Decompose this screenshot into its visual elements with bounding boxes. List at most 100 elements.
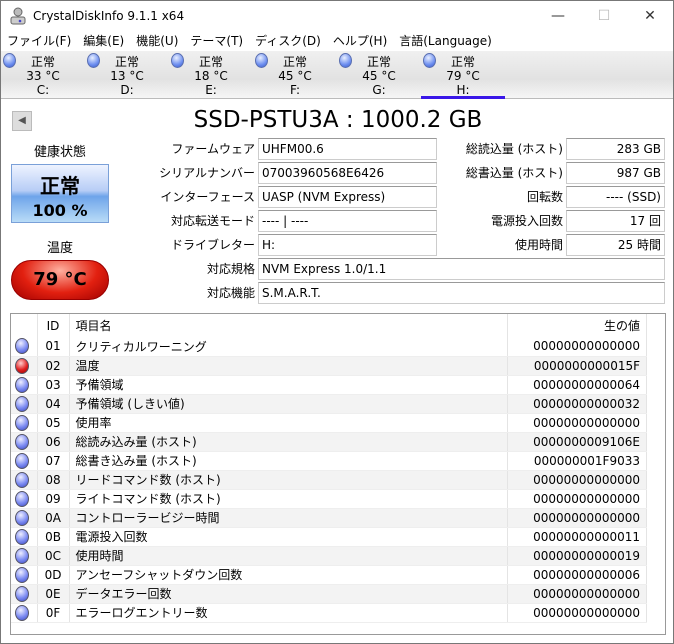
status-orb-icon — [87, 53, 100, 68]
firmware-label: ファームウェア — [171, 142, 255, 156]
status-orb-icon — [15, 547, 29, 564]
status-orb-icon — [15, 395, 29, 412]
host-writes-label: 総書込量 (ホスト) — [465, 166, 563, 180]
attribute-raw-value: 00000000000000 — [507, 603, 647, 623]
maximize-button[interactable]: ☐ — [581, 1, 627, 31]
table-row[interactable]: 06 総読み込み量 (ホスト) 0000000009106E — [11, 432, 647, 452]
host-reads-value: 283 GB — [566, 138, 665, 160]
drive-tab-c[interactable]: 正常 33 °C C: — [1, 51, 85, 99]
menu-theme[interactable]: テーマ(T) — [184, 31, 249, 51]
power-hours-value: 25 時間 — [566, 234, 665, 256]
interface-label: インターフェース — [160, 190, 255, 204]
attribute-name: コントローラービジー時間 — [69, 508, 508, 528]
status-orb-icon — [15, 376, 29, 393]
drive-letter: G: — [372, 83, 386, 97]
table-row[interactable]: 09 ライトコマンド数 (ホスト) 00000000000000 — [11, 489, 647, 509]
standard-value: NVM Express 1.0/1.1 — [258, 258, 665, 280]
table-row[interactable]: 07 総書き込み量 (ホスト) 000000001F9033 — [11, 451, 647, 471]
drive-tab-e[interactable]: 正常 18 °C E: — [169, 51, 253, 99]
attribute-raw-value: 00000000000064 — [507, 375, 647, 395]
column-raw-value[interactable]: 生の値 — [507, 314, 647, 337]
attribute-raw-value: 00000000000000 — [507, 489, 647, 509]
rotation-label: 回転数 — [526, 190, 563, 204]
column-status[interactable] — [11, 314, 38, 337]
attribute-name: 使用時間 — [69, 546, 508, 566]
attribute-raw-value: 0000000000015F — [507, 356, 647, 376]
attribute-name: 温度 — [69, 356, 508, 376]
attribute-id: 07 — [37, 451, 70, 471]
attribute-name: エラーログエントリー数 — [69, 603, 508, 623]
menu-function[interactable]: 機能(U) — [130, 31, 184, 51]
table-row[interactable]: 01 クリティカルワーニング 00000000000000 — [11, 337, 647, 357]
attribute-raw-value: 00000000000000 — [507, 337, 647, 357]
temperature-badge[interactable]: 79 °C — [11, 260, 109, 300]
drive-letter: D: — [120, 83, 134, 97]
minimize-button[interactable]: — — [535, 1, 581, 31]
status-orb-icon — [15, 338, 29, 355]
menu-help[interactable]: ヘルプ(H) — [327, 31, 393, 51]
menu-language[interactable]: 言語(Language) — [393, 31, 498, 51]
attribute-name: 予備領域 — [69, 375, 508, 395]
drive-tab-h[interactable]: 正常 79 °C H: — [421, 51, 505, 99]
attribute-raw-value: 00000000000006 — [507, 565, 647, 585]
drive-temp: 18 °C — [194, 69, 228, 83]
table-row[interactable]: 02 温度 0000000000015F — [11, 356, 647, 376]
status-cell — [11, 337, 38, 357]
table-row[interactable]: 0A コントローラービジー時間 00000000000000 — [11, 508, 647, 528]
column-name[interactable]: 項目名 — [69, 314, 508, 337]
transfer-mode-value: ---- | ---- — [258, 210, 437, 232]
drive-temp: 13 °C — [110, 69, 144, 83]
attribute-id: 04 — [37, 394, 70, 414]
menu-file[interactable]: ファイル(F) — [1, 31, 77, 51]
attribute-name: ライトコマンド数 (ホスト) — [69, 489, 508, 509]
health-status: 正常 — [40, 174, 80, 198]
temperature-label: 温度 — [46, 241, 73, 256]
table-row[interactable]: 0B 電源投入回数 00000000000011 — [11, 527, 647, 547]
disk-title: SSD-PSTU3A : 1000.2 GB — [193, 107, 483, 133]
attribute-name: 総書き込み量 (ホスト) — [69, 451, 508, 471]
status-cell — [11, 413, 38, 433]
host-writes-value: 987 GB — [566, 162, 665, 184]
attribute-id: 0B — [37, 527, 70, 547]
status-cell — [11, 527, 38, 547]
table-row[interactable]: 03 予備領域 00000000000064 — [11, 375, 647, 395]
attribute-id: 09 — [37, 489, 70, 509]
transfer-mode-label: 対応転送モード — [170, 214, 255, 228]
drive-tab-g[interactable]: 正常 45 °C G: — [337, 51, 421, 99]
attribute-raw-value: 0000000009106E — [507, 432, 647, 452]
attribute-name: アンセーフシャットダウン回数 — [69, 565, 508, 585]
attribute-raw-value: 00000000000011 — [507, 527, 647, 547]
drive-tab-d[interactable]: 正常 13 °C D: — [85, 51, 169, 99]
status-cell — [11, 508, 38, 528]
drive-letter: H: — [456, 83, 470, 97]
menu-disk[interactable]: ディスク(D) — [249, 31, 327, 51]
drive-temp: 79 °C — [446, 69, 480, 83]
health-status-badge[interactable]: 正常 100 % — [11, 164, 109, 223]
attribute-raw-value: 00000000000000 — [507, 470, 647, 490]
table-row[interactable]: 04 予備領域 (しきい値) 00000000000032 — [11, 394, 647, 414]
table-row[interactable]: 0C 使用時間 00000000000019 — [11, 546, 647, 566]
close-button[interactable]: ✕ — [627, 1, 673, 31]
table-row[interactable]: 0D アンセーフシャットダウン回数 00000000000006 — [11, 565, 647, 585]
drive-tab-f[interactable]: 正常 45 °C F: — [253, 51, 337, 99]
table-row[interactable]: 0E データエラー回数 00000000000000 — [11, 584, 647, 604]
app-icon — [10, 7, 26, 25]
status-orb-icon — [15, 471, 29, 488]
drive-letter-label: ドライブレター — [170, 238, 255, 252]
attribute-id: 08 — [37, 470, 70, 490]
menu-bar: ファイル(F) 編集(E) 機能(U) テーマ(T) ディスク(D) ヘルプ(H… — [1, 31, 673, 51]
attribute-raw-value: 00000000000019 — [507, 546, 647, 566]
drive-letter: F: — [289, 83, 300, 97]
attribute-raw-value: 00000000000000 — [507, 508, 647, 528]
table-row[interactable]: 0F エラーログエントリー数 00000000000000 — [11, 603, 647, 623]
menu-edit[interactable]: 編集(E) — [77, 31, 130, 51]
status-cell — [11, 565, 38, 585]
status-orb-icon — [15, 452, 29, 469]
column-id[interactable]: ID — [37, 314, 70, 337]
table-row[interactable]: 05 使用率 00000000000000 — [11, 413, 647, 433]
status-orb-icon — [15, 528, 29, 545]
table-row[interactable]: 08 リードコマンド数 (ホスト) 00000000000000 — [11, 470, 647, 490]
firmware-value: UHFM00.6 — [258, 138, 437, 160]
status-cell — [11, 451, 38, 471]
attribute-id: 0C — [37, 546, 70, 566]
